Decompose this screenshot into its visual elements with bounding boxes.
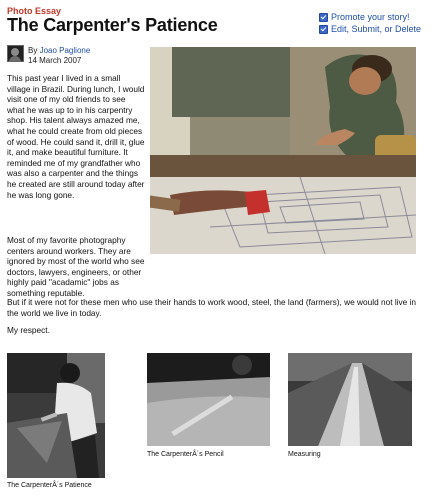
author-avatar[interactable]	[7, 45, 24, 62]
main-photo[interactable]	[150, 47, 416, 254]
promote-story-link[interactable]: Promote your story!	[319, 11, 421, 23]
thumbnail-caption-1[interactable]: The CarpenterÂ´s Patience	[7, 482, 92, 489]
publish-date: 14 March 2007	[28, 56, 82, 65]
thumbnail-carpenters-pencil[interactable]	[147, 353, 270, 446]
story-actions: Promote your story! Edit, Submit, or Del…	[319, 11, 421, 35]
story-paragraph-4: My respect.	[7, 325, 50, 335]
thumbnail-image	[147, 353, 270, 446]
story-paragraph-1: This past year I lived in a small villag…	[7, 73, 145, 200]
thumbnail-caption-2[interactable]: The CarpenterÂ´s Pencil	[147, 451, 224, 458]
thumbnail-measuring[interactable]	[288, 353, 412, 446]
checkbox-icon	[319, 12, 328, 22]
thumbnail-image	[288, 353, 412, 446]
byline: By Joao Paglione 14 March 2007	[28, 46, 90, 66]
author-link[interactable]: Joao Paglione	[40, 46, 91, 55]
page-title: The Carpenter's Patience	[7, 15, 218, 35]
thumbnail-caption-3[interactable]: Measuring	[288, 451, 321, 458]
edit-submit-delete-link[interactable]: Edit, Submit, or Delete	[319, 23, 421, 35]
byline-prefix: By	[28, 46, 38, 55]
promote-story-label[interactable]: Promote your story!	[331, 11, 410, 23]
edit-submit-delete-label[interactable]: Edit, Submit, or Delete	[331, 23, 421, 35]
main-photo-image	[150, 47, 416, 254]
thumbnail-carpenters-patience[interactable]	[7, 353, 105, 478]
story-paragraph-2: Most of my favorite photography centers …	[7, 235, 145, 298]
story-paragraph-3: But if it were not for these men who use…	[7, 297, 417, 318]
thumbnail-image	[7, 353, 105, 478]
checkbox-icon	[319, 24, 328, 34]
